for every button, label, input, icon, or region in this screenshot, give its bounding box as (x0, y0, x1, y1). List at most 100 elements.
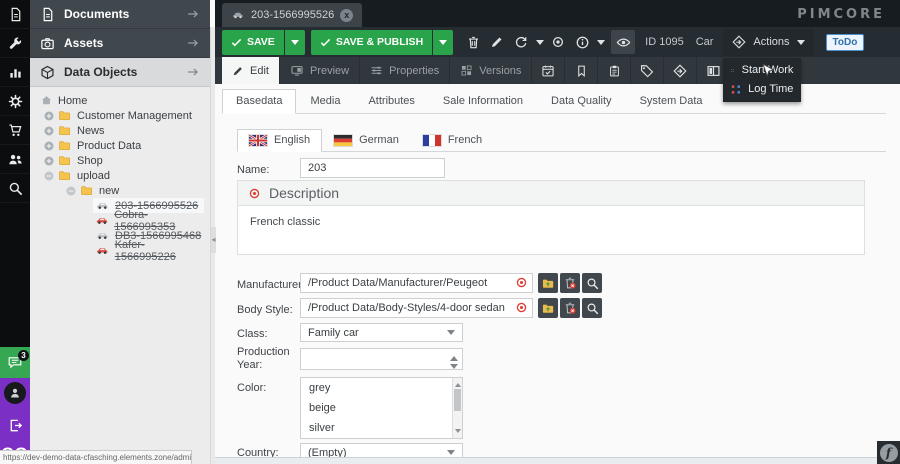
customers-rail-icon[interactable] (0, 145, 30, 174)
chat-button[interactable]: 3 (0, 347, 30, 378)
tree-item-kafer[interactable]: Kafer-1566995226 (30, 243, 210, 258)
class-select[interactable]: Family car (300, 323, 463, 342)
color-option-silver[interactable]: silver (301, 418, 462, 438)
spin-down-icon[interactable] (450, 364, 458, 373)
reports-rail-icon[interactable] (0, 58, 30, 87)
tab-properties[interactable]: Properties (359, 57, 449, 84)
todo-badge[interactable]: ToDo (826, 34, 865, 51)
description-body[interactable]: French classic (237, 206, 865, 255)
manufacturer-clear-button[interactable] (560, 273, 580, 293)
color-option-beige[interactable]: beige (301, 398, 462, 418)
tab-lang-english[interactable]: English (237, 129, 322, 152)
documents-rail-icon[interactable] (0, 0, 30, 29)
save-publish-button[interactable]: SAVE & PUBLISH (311, 30, 453, 55)
body-style-search-button[interactable] (582, 298, 602, 318)
tab-lang-french[interactable]: French (411, 129, 494, 152)
save-publish-dropdown-caret[interactable] (433, 30, 453, 55)
tree-item-upload[interactable]: upload (30, 168, 210, 183)
expand-plus-icon[interactable] (43, 140, 55, 152)
reload-dropdown-caret[interactable] (533, 30, 546, 54)
tab-media[interactable]: Media (296, 89, 354, 114)
manufacturer-field[interactable]: /Product Data/Manufacturer/Peugeot (300, 273, 533, 293)
locate-in-tree-button[interactable] (546, 30, 570, 54)
expand-plus-icon[interactable] (43, 125, 55, 137)
body-style-field[interactable]: /Product Data/Body-Styles/4-door sedan (300, 298, 533, 318)
tree-item-cobra[interactable]: Cobra-1566995353 (30, 213, 210, 228)
actions-button[interactable]: Actions (723, 29, 813, 56)
body-style-clear-button[interactable] (560, 298, 580, 318)
collapse-handle-icon[interactable]: ◂ (211, 227, 216, 253)
tags-button[interactable] (630, 57, 663, 84)
tree-item-product-data[interactable]: Product Data (30, 138, 210, 153)
tree-item-news[interactable]: News (30, 123, 210, 138)
manufacturer-value[interactable]: /Product Data/Manufacturer/Peugeot (300, 273, 533, 293)
rename-button[interactable] (485, 30, 509, 54)
spinner-arrows[interactable] (450, 352, 458, 373)
tab-basedata[interactable]: Basedata (222, 89, 296, 114)
bottom-scroll-strip[interactable] (215, 457, 900, 464)
open-preview-button[interactable] (611, 30, 635, 54)
avatar[interactable] (4, 382, 26, 404)
body-style-value[interactable]: /Product Data/Body-Styles/4-door sedan (300, 298, 533, 318)
search-rail-icon[interactable] (0, 174, 30, 203)
tab-lang-german[interactable]: German (322, 129, 411, 152)
body-style-browse-button[interactable] (538, 298, 558, 318)
tree-item-customer-management[interactable]: Customer Management (30, 108, 210, 123)
country-select[interactable]: (Empty) (300, 443, 463, 457)
settings-rail-icon[interactable] (0, 87, 30, 116)
schedule-button[interactable] (531, 57, 564, 84)
person-icon (8, 386, 22, 400)
logout-button[interactable] (8, 412, 23, 438)
production-year-spinner[interactable] (300, 348, 463, 370)
tab-versions[interactable]: Versions (449, 57, 531, 84)
tab-sale-information[interactable]: Sale Information (429, 89, 537, 114)
chevron-down-icon (447, 450, 455, 457)
expand-plus-icon[interactable] (43, 155, 55, 167)
expand-plus-icon[interactable] (43, 110, 55, 122)
notes-button[interactable] (597, 57, 630, 84)
scrollbar-thumb[interactable] (454, 389, 461, 411)
tree-item-shop[interactable]: Shop (30, 153, 210, 168)
info-button[interactable] (570, 30, 594, 54)
tree-item-home[interactable]: Home (30, 93, 210, 108)
reload-button[interactable] (509, 30, 533, 54)
tab-attributes[interactable]: Attributes (354, 89, 428, 114)
open-object-tab[interactable]: 203-1566995526 x (222, 3, 362, 27)
close-icon[interactable]: x (340, 9, 353, 22)
save-dropdown-caret[interactable] (285, 30, 305, 55)
corner-badge[interactable]: f (877, 441, 900, 464)
workflow-button[interactable] (663, 57, 696, 84)
tab-system-data[interactable]: System Data (626, 89, 717, 114)
menu-item-start-work[interactable]: Start Work (723, 61, 801, 80)
tab-label: Edit (250, 65, 269, 77)
tree-label: upload (77, 170, 110, 182)
manufacturer-search-button[interactable] (582, 273, 602, 293)
panel-assets[interactable]: Assets (30, 29, 210, 58)
manufacturer-browse-button[interactable] (538, 273, 558, 293)
panel-data-objects[interactable]: Data Objects (30, 58, 210, 87)
tab-edit[interactable]: Edit (222, 57, 279, 84)
name-input[interactable] (300, 158, 445, 178)
tree-item-new[interactable]: new (30, 183, 210, 198)
menu-item-log-time[interactable]: Log Time (723, 80, 801, 99)
color-listbox[interactable]: grey beige silver (300, 377, 463, 439)
spin-up-icon[interactable] (450, 352, 458, 361)
panel-documents[interactable]: Documents (30, 0, 210, 29)
sidebar-splitter[interactable]: ◂ (210, 27, 215, 464)
save-button[interactable]: SAVE (222, 30, 305, 55)
collapse-minus-icon[interactable] (43, 170, 55, 182)
scroll-up-icon[interactable] (455, 380, 461, 387)
delete-button[interactable] (461, 30, 485, 54)
info-dropdown-caret[interactable] (594, 30, 607, 54)
tab-data-quality[interactable]: Data Quality (537, 89, 626, 114)
collapse-minus-icon[interactable] (65, 185, 77, 197)
ecommerce-rail-icon[interactable] (0, 116, 30, 145)
bookmark-button[interactable] (564, 57, 597, 84)
trash-icon (466, 35, 481, 50)
scroll-down-icon[interactable] (455, 429, 461, 436)
tools-rail-icon[interactable] (0, 29, 30, 58)
color-option-grey[interactable]: grey (301, 378, 462, 398)
listbox-scrollbar[interactable] (452, 378, 462, 438)
tab-preview[interactable]: Preview (279, 57, 359, 84)
sliders-icon (370, 64, 383, 77)
